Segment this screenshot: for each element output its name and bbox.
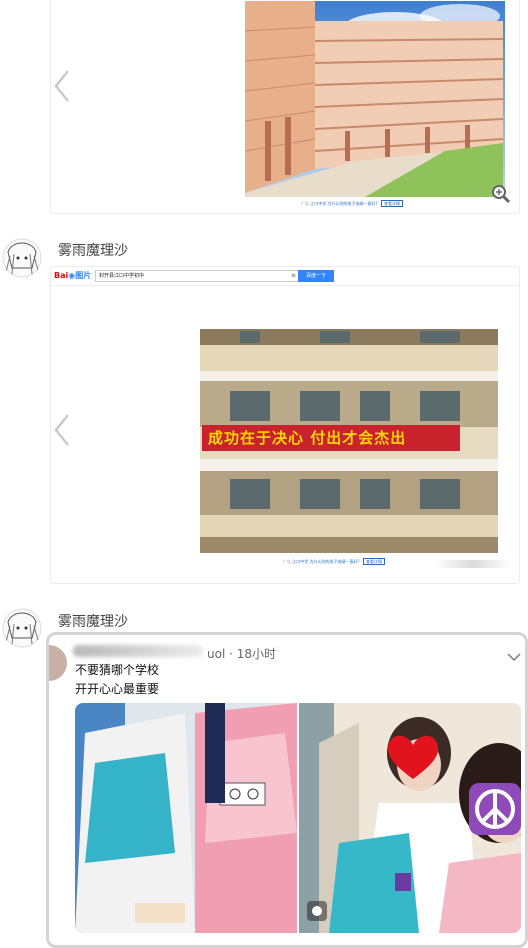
tweet-embed-card: uol · 18小时 不要猜哪个学校 开开心心最重要 [46, 632, 528, 948]
ad-detail-button[interactable]: 查看详情 [362, 558, 385, 565]
baidu-logo: Bai◉图片 [54, 271, 92, 280]
chevron-left-icon[interactable] [53, 413, 71, 447]
tweet-username-blurred[interactable] [73, 645, 203, 657]
chevron-left-icon[interactable] [53, 69, 71, 103]
baidu-logo-text: Bai [54, 271, 69, 280]
ad-text[interactable]: 江口中学 为什么别的孩子成绩一直好? [292, 559, 359, 564]
peace-sign-icon [469, 783, 521, 835]
ad-line[interactable]: 广告 江口中学 为什么别的孩子成绩一直好? 查看详情 [283, 558, 385, 565]
blur-divider [435, 560, 511, 568]
post-3-username[interactable]: 雾雨魔理沙 [58, 611, 128, 631]
tweet-text-line-2: 开开心心最重要 [75, 682, 160, 696]
avatar[interactable] [2, 238, 42, 278]
school-banner-photo[interactable]: 成功在于决心 付出才会杰出 [200, 329, 498, 553]
banner-text: 成功在于决心 付出才会杰出 [208, 429, 407, 447]
search-value: 封开县江口中学初中 [99, 273, 145, 279]
camera-icon[interactable]: ◉ [291, 271, 296, 281]
baidu-logo-suffix: 图片 [75, 271, 92, 280]
avatar[interactable] [2, 608, 42, 648]
post-1-card: 广告 江口中学 为什么别的孩子成绩一直好? 查看详情 [50, 0, 520, 214]
search-input[interactable]: 封开县江口中学初中 ◉ [95, 270, 300, 282]
zoom-in-icon[interactable] [491, 184, 511, 204]
heart-sticker-icon [385, 731, 441, 781]
tweet-avatar[interactable] [49, 645, 67, 681]
photo-overlay-icon[interactable] [307, 901, 327, 921]
tweet-text-line-1: 不要猜哪个学校 [75, 663, 160, 677]
baidu-search-bar: Bai◉图片 封开县江口中学初中 ◉ 百度一下 [51, 267, 519, 286]
ad-text[interactable]: 江口中学 为什么别的孩子成绩一直好? [310, 201, 377, 206]
post-2-card: Bai◉图片 封开县江口中学初中 ◉ 百度一下 成功在于决心 付出才会杰出 广告… [50, 266, 520, 584]
tweet-handle-time[interactable]: uol · 18小时 [207, 645, 276, 662]
tweet-photo-right[interactable] [299, 703, 521, 933]
ad-label: 广告 [283, 559, 291, 564]
chevron-down-icon[interactable] [507, 647, 521, 662]
ad-line[interactable]: 广告 江口中学 为什么别的孩子成绩一直好? 查看详情 [301, 200, 403, 207]
ad-label: 广告 [301, 201, 309, 206]
post-2-username[interactable]: 雾雨魔理沙 [58, 240, 128, 260]
tweet-photo-left[interactable] [75, 703, 297, 933]
ad-detail-button[interactable]: 查看详情 [380, 200, 403, 207]
search-button[interactable]: 百度一下 [298, 270, 334, 282]
school-building-photo[interactable] [245, 1, 505, 197]
